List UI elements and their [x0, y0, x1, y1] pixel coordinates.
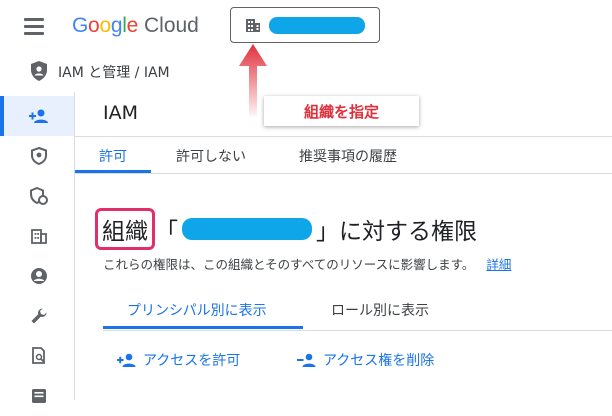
- person-remove-icon: [297, 353, 316, 367]
- account-circle-icon: [31, 268, 47, 284]
- sidebar-item-policy[interactable]: [4, 176, 74, 216]
- remove-access-label: アクセス権を削除: [323, 353, 435, 369]
- google-logo-text: Google: [72, 14, 138, 37]
- google-cloud-logo[interactable]: Google Cloud: [72, 12, 199, 40]
- grant-access-button[interactable]: アクセスを許可: [117, 350, 240, 370]
- redacted-org-name: [182, 218, 312, 240]
- active-tab-indicator: [75, 170, 151, 173]
- active-view-tab-indicator: [103, 326, 303, 329]
- sidebar-item-organizations[interactable]: [4, 216, 74, 256]
- tab-recommendation-history[interactable]: 推奨事項の履歴: [299, 146, 397, 166]
- list-icon: [32, 389, 46, 403]
- sidebar: [0, 92, 75, 403]
- sidebar-item-iam[interactable]: [0, 96, 74, 136]
- redacted-org-name: [269, 17, 365, 34]
- heading-open-bracket: 「: [155, 219, 178, 245]
- grant-access-label: アクセスを許可: [143, 353, 241, 369]
- top-bar: Google Cloud: [0, 0, 612, 52]
- remove-access-button[interactable]: アクセス権を削除: [297, 350, 434, 370]
- shield-icon: [31, 61, 47, 81]
- breadcrumb-text[interactable]: IAM と管理 / IAM: [58, 62, 170, 82]
- breadcrumb: IAM と管理 / IAM: [0, 54, 612, 88]
- sidebar-item-identity[interactable]: [4, 256, 74, 296]
- tab-view-by-principal[interactable]: プリンシパル別に表示: [127, 300, 267, 320]
- permissions-description: これらの権限は、この組織とそのすべてのリソースに影響します。 詳細: [103, 254, 511, 273]
- tab-bar: 許可 許可しない 推奨事項の履歴: [75, 136, 612, 174]
- view-tab-bar: プリンシパル別に表示 ロール別に表示: [103, 288, 612, 331]
- description-text: これらの権限は、この組織とそのすべてのリソースに影響します。: [103, 257, 475, 272]
- sidebar-item-security[interactable]: [4, 136, 74, 176]
- building-icon: [246, 19, 260, 32]
- sidebar-item-settings[interactable]: [4, 296, 74, 336]
- heading-org-highlight: 組織: [95, 208, 155, 250]
- page-title: IAM: [103, 102, 138, 124]
- permissions-heading: 組織 「 」に対する権限: [95, 208, 477, 250]
- tab-allow[interactable]: 許可: [99, 146, 127, 166]
- tab-deny[interactable]: 許可しない: [176, 146, 246, 166]
- tab-view-by-role[interactable]: ロール別に表示: [331, 300, 429, 320]
- document-search-icon: [32, 347, 45, 364]
- sidebar-item-audit[interactable]: [4, 336, 74, 376]
- person-add-icon: [117, 353, 136, 367]
- shield-icon: [31, 147, 47, 165]
- main-content: IAM 許可 許可しない 推奨事項の履歴 組織 「 」に対する権限 これらの権限…: [75, 92, 612, 400]
- sidebar-item-more[interactable]: [4, 376, 74, 416]
- shield-settings-icon: [30, 187, 48, 205]
- person-add-icon: [29, 109, 48, 123]
- wrench-icon: [31, 308, 47, 324]
- heading-suffix: 」に対する権限: [316, 219, 477, 245]
- details-link[interactable]: 詳細: [486, 257, 511, 272]
- resource-picker-button[interactable]: [230, 7, 380, 43]
- hamburger-menu-icon[interactable]: [22, 14, 48, 38]
- building-icon: [31, 229, 47, 244]
- cloud-logo-text: Cloud: [143, 14, 199, 37]
